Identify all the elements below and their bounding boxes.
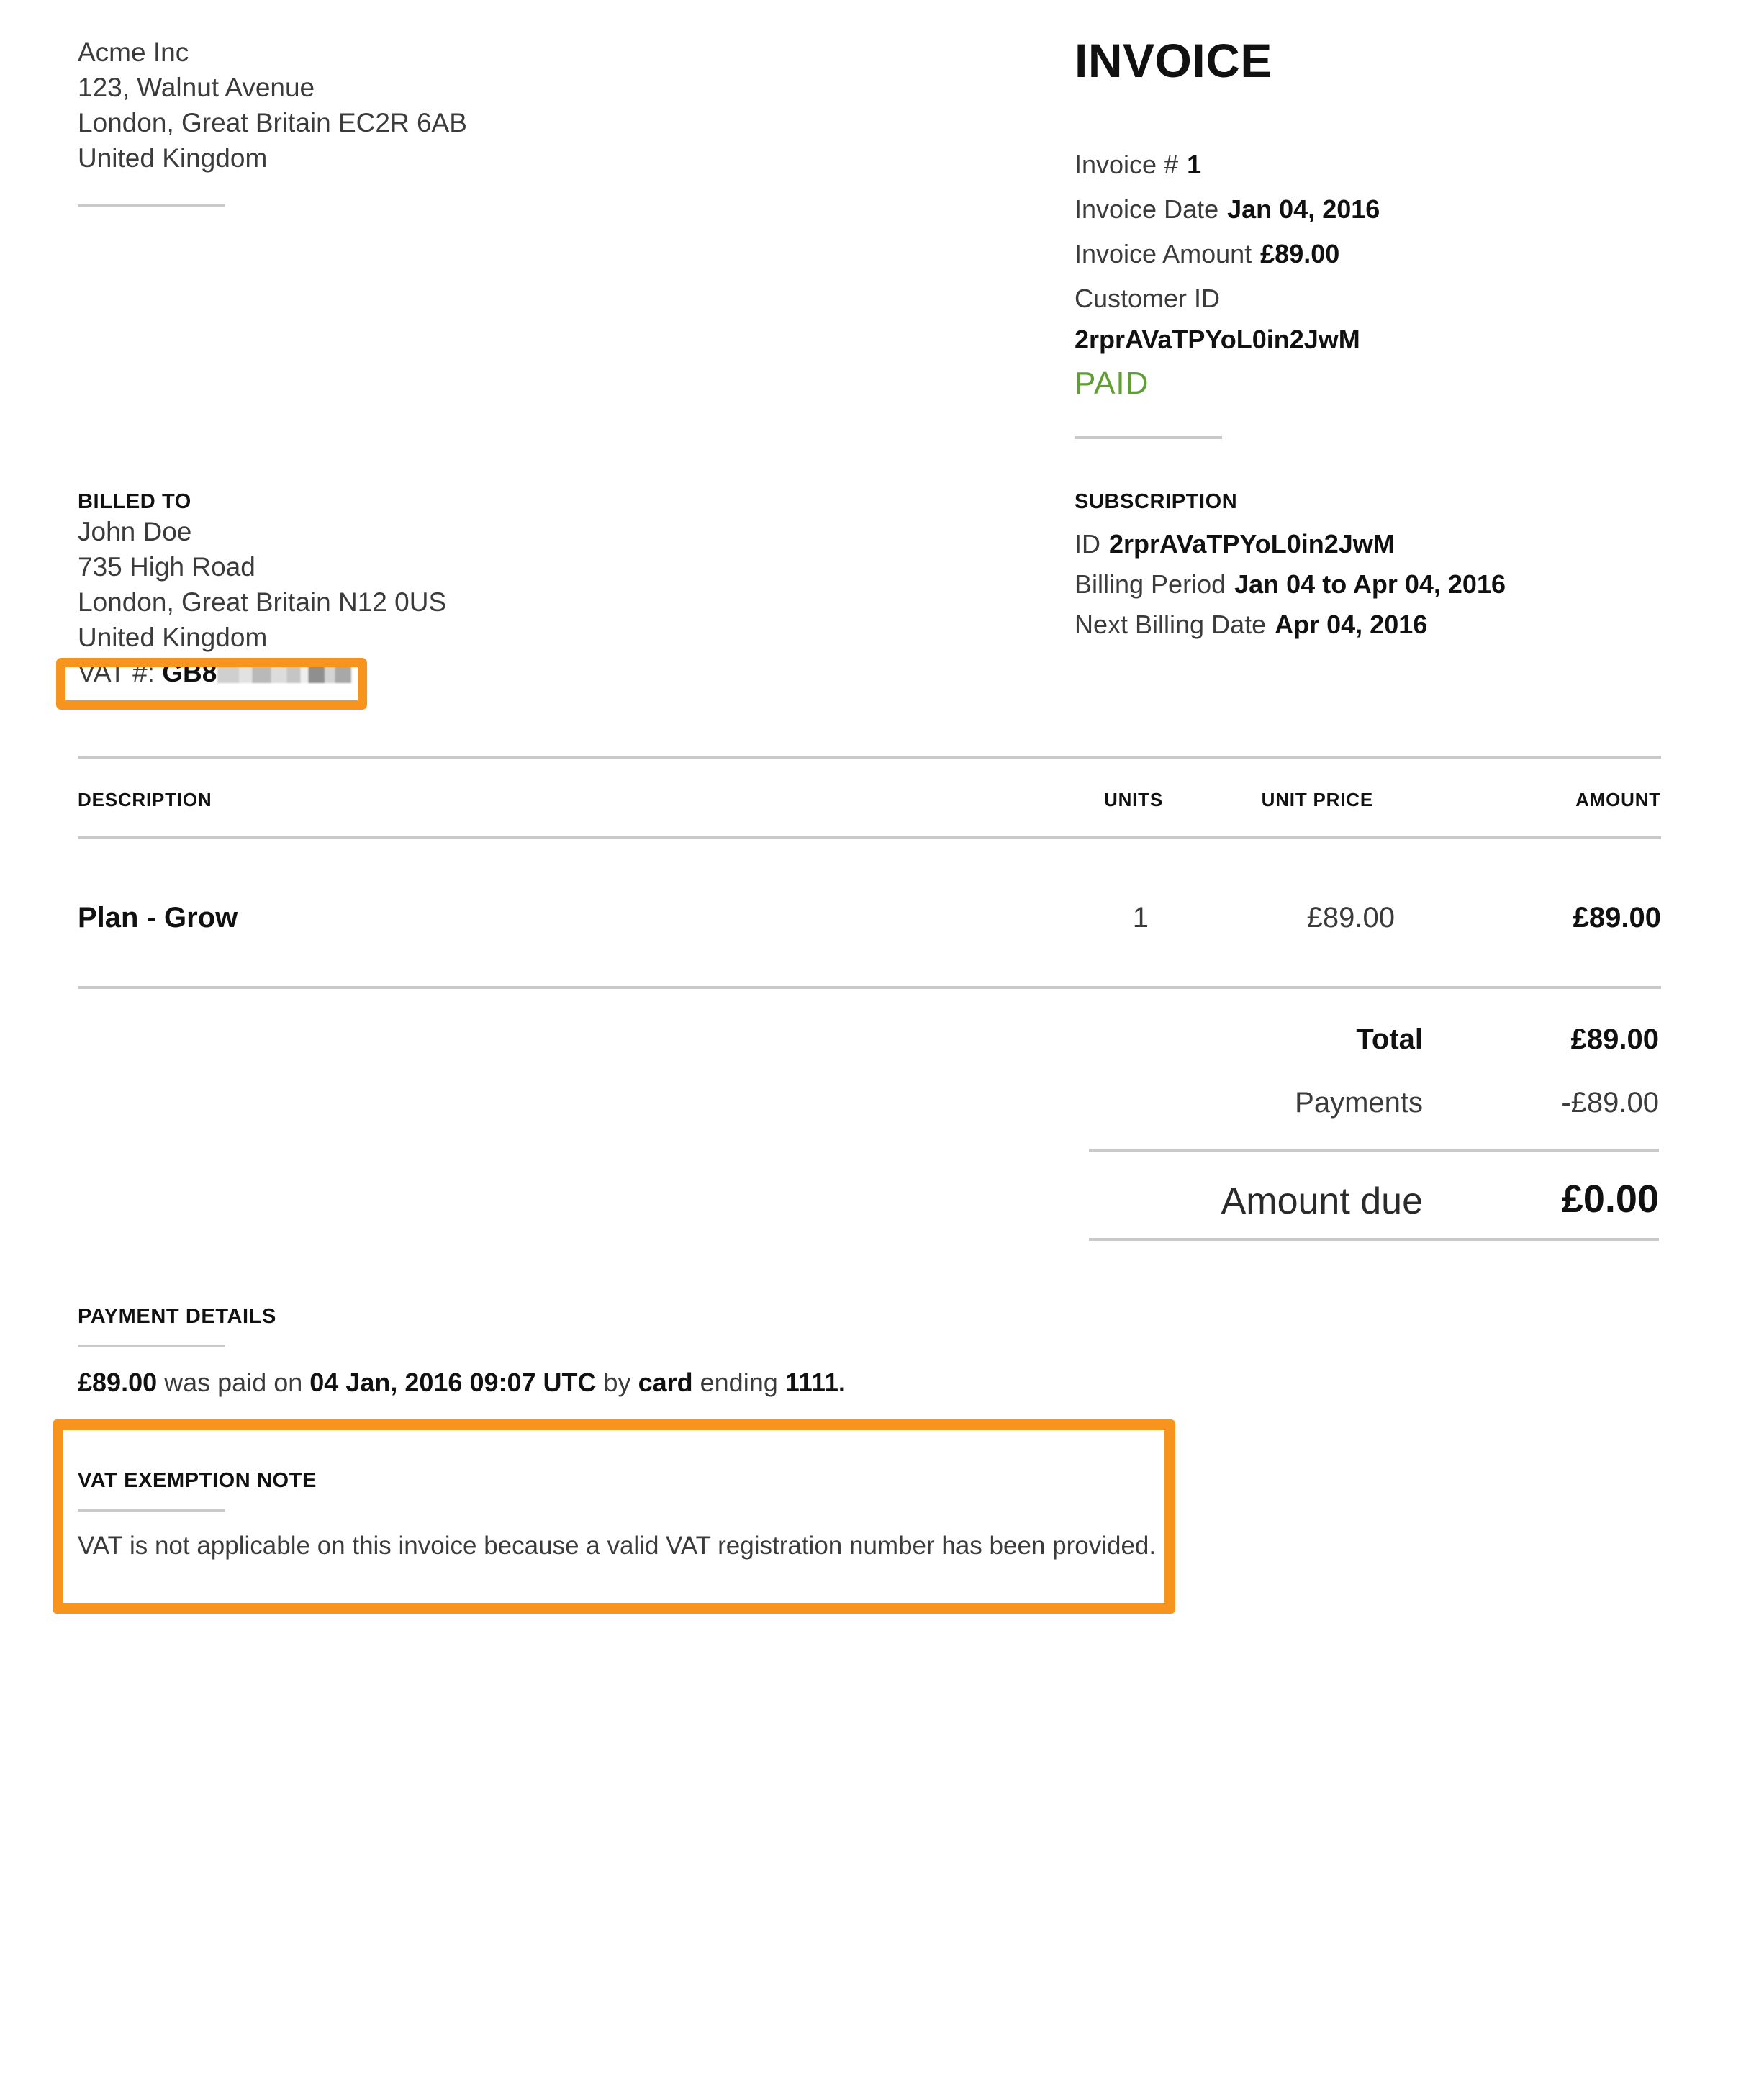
payment-summary-line: £89.00 was paid on 04 Jan, 2016 09:07 UT… bbox=[78, 1366, 1229, 1399]
next-billing-date-value: Apr 04, 2016 bbox=[1275, 610, 1428, 639]
subscription-id-row: ID 2rprAVaTPYoL0in2JwM bbox=[1075, 524, 1722, 564]
subscription-heading: SUBSCRIPTION bbox=[1075, 490, 1238, 513]
payment-amount: £89.00 bbox=[78, 1368, 158, 1397]
billed-to-country: United Kingdom bbox=[78, 623, 268, 652]
table-bottom-rule bbox=[78, 986, 1661, 989]
subscription-id-value: 2rprAVaTPYoL0in2JwM bbox=[1109, 529, 1395, 559]
next-billing-date-label: Next Billing Date bbox=[1075, 610, 1267, 639]
column-header-unit-price: UNIT PRICE bbox=[1261, 789, 1373, 810]
vat-exemption-divider bbox=[78, 1509, 225, 1512]
invoice-amount-label: Invoice Amount bbox=[1075, 239, 1252, 268]
row-amount: £89.00 bbox=[1573, 902, 1661, 934]
row-units: 1 bbox=[1132, 902, 1149, 934]
billing-period-label: Billing Period bbox=[1075, 569, 1226, 599]
payments-value: -£89.00 bbox=[1561, 1087, 1659, 1119]
payment-text-1: was paid on bbox=[164, 1368, 303, 1397]
line-items-table: DESCRIPTION UNITS UNIT PRICE AMOUNT Plan… bbox=[78, 756, 1661, 989]
amount-due-label: Amount due bbox=[1221, 1180, 1423, 1222]
page-title: INVOICE bbox=[1075, 34, 1272, 87]
vat-exemption-body: VAT is not applicable on this invoice be… bbox=[78, 1532, 1157, 1560]
invoice-meta-divider bbox=[1075, 436, 1222, 439]
status-badge: PAID bbox=[1075, 366, 1149, 401]
payment-text-2: by bbox=[603, 1368, 631, 1397]
invoice-date-row: Invoice Date Jan 04, 2016 bbox=[1075, 187, 1722, 232]
subscription-block: SUBSCRIPTION ID 2rprAVaTPYoL0in2JwM Billi… bbox=[1075, 489, 1722, 645]
invoice-meta-block: Invoice # 1 Invoice Date Jan 04, 2016 Invo… bbox=[1075, 143, 1722, 358]
payments-row: Payments -£89.00 bbox=[1089, 1085, 1659, 1149]
subscription-id-label: ID bbox=[1075, 529, 1100, 559]
payments-label: Payments bbox=[1295, 1087, 1423, 1119]
payment-method: card bbox=[638, 1368, 693, 1397]
payment-details-block: PAYMENT DETAILS £89.00 was paid on 04 Ja… bbox=[78, 1304, 1229, 1399]
amount-due-value: £0.00 bbox=[1561, 1178, 1659, 1221]
billed-to-street: 735 High Road bbox=[78, 552, 255, 582]
column-header-units: UNITS bbox=[1104, 789, 1163, 810]
sender-country: United Kingdom bbox=[78, 143, 268, 173]
customer-id-value: 2rprAVaTPYoL0in2JwM bbox=[1075, 325, 1360, 354]
payment-details-divider bbox=[78, 1345, 225, 1347]
invoice-amount-value: £89.00 bbox=[1260, 239, 1340, 268]
sender-city-line: London, Great Britain EC2R 6AB bbox=[78, 108, 467, 137]
column-header-description: DESCRIPTION bbox=[78, 789, 212, 810]
row-description: Plan - Grow bbox=[78, 902, 238, 934]
table-header-row: DESCRIPTION UNITS UNIT PRICE AMOUNT bbox=[78, 759, 1661, 836]
customer-id-label: Customer ID bbox=[1075, 284, 1221, 313]
total-label: Total bbox=[1356, 1024, 1423, 1055]
invoice-date-label: Invoice Date bbox=[1075, 194, 1219, 224]
invoice-number-row: Invoice # 1 bbox=[1075, 143, 1722, 187]
billed-to-heading: BILLED TO bbox=[78, 490, 191, 513]
totals-divider-bottom bbox=[1089, 1238, 1659, 1241]
billing-period-row: Billing Period Jan 04 to Apr 04, 2016 bbox=[1075, 564, 1722, 605]
vat-number-highlight-box bbox=[56, 658, 367, 710]
sender-street: 123, Walnut Avenue bbox=[78, 73, 315, 102]
column-header-amount: AMOUNT bbox=[1575, 789, 1661, 810]
billing-period-value: Jan 04 to Apr 04, 2016 bbox=[1234, 569, 1506, 599]
vat-exemption-heading: VAT EXEMPTION NOTE bbox=[78, 1469, 317, 1492]
payment-text-3: ending bbox=[700, 1368, 778, 1397]
customer-id-label-row: Customer ID bbox=[1075, 276, 1722, 321]
sender-divider bbox=[78, 204, 225, 207]
invoice-page: Acme Inc 123, Walnut Avenue London, Grea… bbox=[0, 0, 1764, 2083]
amount-due-row: Amount due £0.00 bbox=[1089, 1152, 1659, 1238]
vat-exemption-block: VAT EXEMPTION NOTE VAT is not applicable… bbox=[78, 1468, 1157, 1562]
billed-to-name: John Doe bbox=[78, 517, 192, 546]
payment-card-last4: 1111. bbox=[784, 1368, 846, 1397]
invoice-amount-row: Invoice Amount £89.00 bbox=[1075, 232, 1722, 276]
total-value: £89.00 bbox=[1570, 1024, 1659, 1055]
billed-to-city-line: London, Great Britain N12 0US bbox=[78, 587, 447, 617]
table-row: Plan - Grow 1 £89.00 £89.00 bbox=[78, 839, 1661, 986]
payment-details-heading: PAYMENT DETAILS bbox=[78, 1305, 276, 1328]
total-row: Total £89.00 bbox=[1089, 1022, 1659, 1085]
payment-datetime: 04 Jan, 2016 09:07 UTC bbox=[309, 1368, 597, 1397]
next-billing-date-row: Next Billing Date Apr 04, 2016 bbox=[1075, 605, 1722, 645]
sender-company-name: Acme Inc bbox=[78, 37, 189, 67]
totals-block: Total £89.00 Payments -£89.00 Amount due… bbox=[1089, 1022, 1659, 1241]
invoice-number-label: Invoice # bbox=[1075, 150, 1179, 179]
sender-address-block: Acme Inc 123, Walnut Avenue London, Grea… bbox=[78, 35, 725, 176]
invoice-date-value: Jan 04, 2016 bbox=[1227, 194, 1380, 224]
row-unit-price: £89.00 bbox=[1306, 902, 1395, 934]
invoice-number-value: 1 bbox=[1187, 150, 1202, 179]
